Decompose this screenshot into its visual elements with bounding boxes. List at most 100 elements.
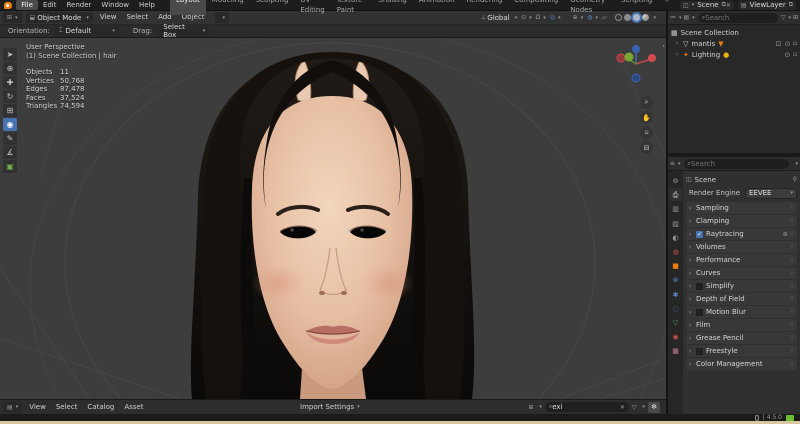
panel-color-management[interactable]: › Color Management ⠿ <box>686 358 797 370</box>
tab-scripting[interactable]: Scripting <box>615 0 658 15</box>
snap-toggle[interactable]: Ω ▾ <box>534 14 548 21</box>
tab-world[interactable]: ◍ <box>669 246 682 258</box>
tool-transform[interactable]: ◉ <box>3 118 17 131</box>
viewlayer-selector[interactable]: ▤ ViewLayer ⧉ <box>737 0 796 10</box>
blender-logo-icon[interactable] <box>4 1 13 9</box>
add-workspace-button[interactable]: + <box>658 0 676 15</box>
tool-rotate[interactable]: ↻ <box>3 90 17 103</box>
outliner-row-scene-collection[interactable]: ▦ Scene Collection <box>668 27 800 38</box>
properties-options-icon[interactable]: ▾ <box>795 161 798 167</box>
tab-sculpting[interactable]: Sculpting <box>250 0 295 15</box>
eye-icon[interactable]: ⊙ <box>785 51 791 59</box>
3d-viewport[interactable]: User Perspective (1) Scene Collection | … <box>0 38 666 399</box>
tab-object[interactable]: ■ <box>669 260 682 272</box>
camera-view-button[interactable]: ⌑ <box>640 126 653 139</box>
outliner-row-lighting[interactable]: › ✦ Lighting ● ⊙ ⌑ <box>668 49 800 60</box>
zoom-button[interactable]: ⌕ <box>640 96 653 109</box>
panel-divider[interactable] <box>668 153 800 157</box>
panel-curves[interactable]: › Curves ⠿ <box>686 267 797 279</box>
pan-hand-button[interactable]: ✋ <box>640 111 653 124</box>
motion-blur-checkbox[interactable] <box>696 308 703 316</box>
asset-search[interactable]: ⌕ ✕ <box>544 402 629 412</box>
panel-volumes[interactable]: › Volumes ⠿ <box>686 241 797 253</box>
tab-animation[interactable]: Animation <box>413 0 461 15</box>
expand-icon[interactable]: › <box>676 40 683 47</box>
tool-select-box[interactable]: ➤ <box>3 48 17 61</box>
panel-performance[interactable]: › Performance ⠿ <box>686 254 797 266</box>
editor-type-selector[interactable]: ⊞ ▾ <box>3 12 22 23</box>
filter-icon[interactable]: ▽ <box>781 14 786 21</box>
panel-depth-of-field[interactable]: › Depth of Field ⠿ <box>686 293 797 305</box>
sidebar-collapse-icon[interactable]: ‹ <box>662 42 665 50</box>
tab-modeling[interactable]: Modeling <box>206 0 250 15</box>
xray-toggle[interactable]: ▱ <box>600 14 609 21</box>
shading-rendered-button[interactable] <box>642 14 650 21</box>
raytracing-checkbox[interactable]: ✓ <box>696 230 703 238</box>
expand-icon[interactable]: › <box>676 51 683 58</box>
tab-uv-editing[interactable]: UV Editing <box>294 0 330 15</box>
render-visibility-icon[interactable]: ⊡ <box>776 40 782 48</box>
tab-object-data[interactable]: ▽ <box>669 317 682 329</box>
properties-search-input[interactable] <box>690 159 786 168</box>
clear-search-icon[interactable]: ✕ <box>620 404 625 411</box>
panel-simplify[interactable]: › Simplify ⠿ <box>686 280 797 292</box>
render-engine-dropdown[interactable]: EEVEE ▾ <box>745 187 797 199</box>
tool-move[interactable]: ✚ <box>3 76 17 89</box>
show-gizmo-toggle[interactable]: ⊕ ▾ <box>571 14 586 21</box>
tab-rendering[interactable]: Rendering <box>461 0 509 15</box>
menu-render[interactable]: Render <box>62 0 97 10</box>
tab-compositing[interactable]: Compositing <box>508 0 564 15</box>
panel-grease-pencil[interactable]: › Grease Pencil ⠿ <box>686 332 797 344</box>
unlink-scene-icon[interactable]: ✕ <box>726 2 731 9</box>
orientation-setting-dropdown[interactable]: ⌶ Default ▾ <box>54 25 119 37</box>
new-viewlayer-icon[interactable]: ⧉ <box>789 1 793 9</box>
panel-film[interactable]: › Film ⠿ <box>686 319 797 331</box>
outliner-editor-icon[interactable]: ≔ <box>670 14 676 21</box>
outliner-display-mode-icon[interactable]: ▤ <box>684 14 690 21</box>
menu-select[interactable]: Select <box>121 11 153 24</box>
drag-setting-dropdown[interactable]: Select Box ▾ <box>157 23 210 39</box>
freestyle-checkbox[interactable] <box>696 347 703 355</box>
scene-selector[interactable]: ◫ ▾ Scene ⧉ ✕ <box>680 0 734 10</box>
tool-cursor[interactable]: ⊕ <box>3 62 17 75</box>
tab-scene[interactable]: ◐ <box>669 232 682 244</box>
display-size-icon[interactable]: ⊞ <box>528 404 533 411</box>
perspective-toggle-button[interactable]: ⊟ <box>640 141 653 154</box>
mode-selector[interactable]: ⬓ Object Mode ▾ <box>25 12 93 23</box>
tool-annotate[interactable]: ✎ <box>3 132 17 145</box>
outliner-search-input[interactable] <box>705 13 774 22</box>
camera-visibility-icon[interactable]: ⌑ <box>793 51 797 59</box>
menu-file[interactable]: File <box>16 0 38 10</box>
shading-material-button[interactable] <box>633 14 641 21</box>
tab-tool[interactable]: ⊚ <box>669 175 682 187</box>
tab-output[interactable]: ▥ <box>669 203 682 215</box>
tab-particles[interactable]: ✱ <box>669 289 682 301</box>
tab-geometry-nodes[interactable]: Geometry Nodes <box>564 0 615 15</box>
proportional-editing-dropdown[interactable]: ◎ ▾ <box>548 14 563 21</box>
tab-view-layer[interactable]: ▧ <box>669 218 682 230</box>
pin-icon[interactable]: ⚲ <box>793 176 797 183</box>
menu-view[interactable]: View <box>95 11 122 24</box>
tab-texture[interactable]: ▦ <box>669 345 682 357</box>
viewport-axis-gizmo[interactable] <box>614 44 658 86</box>
tool-scale[interactable]: ⊞ <box>3 104 17 117</box>
asset-menu-view[interactable]: View <box>24 400 51 414</box>
raytracing-options-icon[interactable]: ⊛ <box>783 231 788 238</box>
editor-divider[interactable] <box>666 11 668 414</box>
properties-editor-icon[interactable]: ≡ <box>670 160 675 167</box>
tab-material[interactable]: ◉ <box>669 331 682 343</box>
shading-solid-button[interactable] <box>624 14 632 21</box>
tab-shading[interactable]: Shading <box>372 0 412 15</box>
panel-sampling[interactable]: › Sampling ⠿ <box>686 202 797 214</box>
simplify-checkbox[interactable] <box>696 282 703 290</box>
extensions-update-icon[interactable] <box>786 414 794 421</box>
import-settings-dropdown[interactable]: Import Settings ▾ <box>300 403 360 411</box>
gear-icon[interactable]: ✻ <box>648 401 660 413</box>
asset-menu-asset[interactable]: Asset <box>119 400 148 414</box>
tab-layout[interactable]: Layout <box>170 0 206 15</box>
camera-visibility-icon[interactable]: ⌑ <box>793 40 797 48</box>
new-collection-icon[interactable]: ⊞ <box>793 14 798 21</box>
menu-help[interactable]: Help <box>134 0 160 10</box>
tab-modifiers[interactable]: ⊛ <box>669 274 682 286</box>
filter-icon[interactable]: ▽ <box>632 404 637 411</box>
